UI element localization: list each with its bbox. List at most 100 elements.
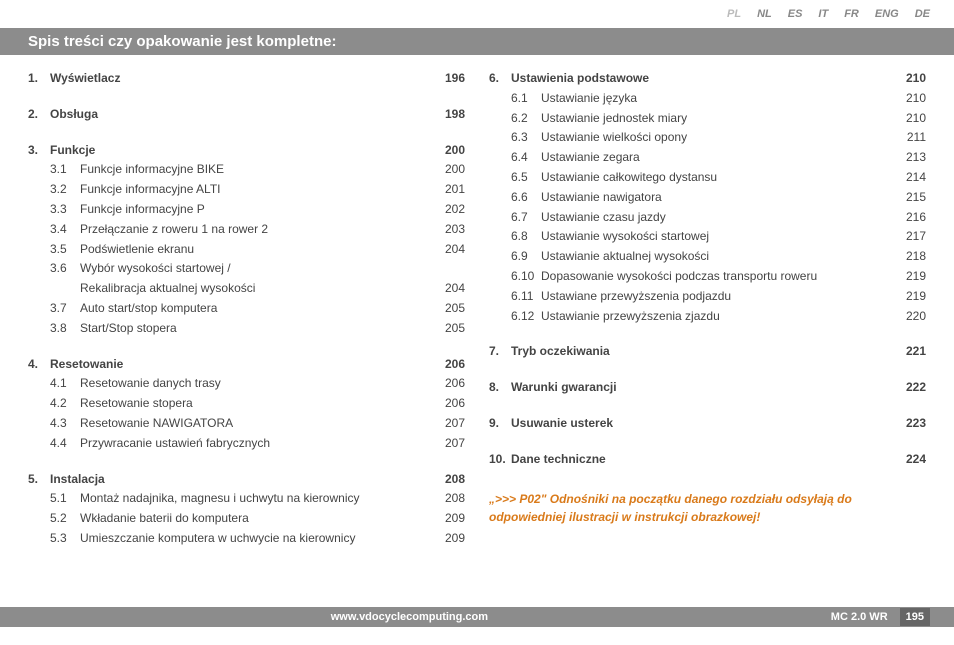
toc-sub-item[interactable]: 6.4Ustawianie zegara213: [489, 148, 926, 168]
sub-number: 3.4: [50, 220, 80, 240]
toc-section-head[interactable]: 7.Tryb oczekiwania221: [489, 342, 926, 362]
section-number: 1.: [28, 69, 50, 89]
sub-page: 203: [433, 220, 465, 240]
toc-sub-item[interactable]: 3.5Podświetlenie ekranu204: [28, 240, 465, 260]
sub-page: 202: [433, 200, 465, 220]
toc-section: 9.Usuwanie usterek223: [489, 414, 926, 434]
lang-it[interactable]: IT: [818, 8, 828, 20]
toc-sub-item[interactable]: 6.5Ustawianie całkowitego dystansu214: [489, 168, 926, 188]
reference-note: „>>> P02" Odnośniki na początku danego r…: [489, 490, 926, 526]
section-page: 198: [433, 105, 465, 125]
sub-label: Wybór wysokości startowej /: [80, 259, 433, 279]
sub-label: Podświetlenie ekranu: [80, 240, 433, 260]
toc-section-head[interactable]: 6.Ustawienia podstawowe210: [489, 69, 926, 89]
section-number: 5.: [28, 470, 50, 490]
sub-page: 209: [433, 509, 465, 529]
toc-sub-item[interactable]: 6.6Ustawianie nawigatora215: [489, 188, 926, 208]
lang-es[interactable]: ES: [788, 8, 803, 20]
sub-number: 6.11: [511, 287, 541, 307]
sub-number: 4.1: [50, 374, 80, 394]
sub-number: 3.3: [50, 200, 80, 220]
toc-sub-item[interactable]: 3.2Funkcje informacyjne ALTI201: [28, 180, 465, 200]
sub-label: Dopasowanie wysokości podczas transportu…: [541, 267, 894, 287]
sub-label: Przywracanie ustawień fabrycznych: [80, 434, 433, 454]
toc-sub-item[interactable]: 6.8Ustawianie wysokości startowej217: [489, 227, 926, 247]
toc-sub-item[interactable]: 4.2Resetowanie stopera206: [28, 394, 465, 414]
toc-section-head[interactable]: 10.Dane techniczne224: [489, 450, 926, 470]
toc-section-head[interactable]: 1.Wyświetlacz196: [28, 69, 465, 89]
toc-sub-item[interactable]: 6.11Ustawiane przewyższenia podjazdu219: [489, 287, 926, 307]
toc-sub-item[interactable]: 4.4Przywracanie ustawień fabrycznych207: [28, 434, 465, 454]
section-title: Resetowanie: [50, 355, 433, 375]
footer-page: 195: [900, 608, 930, 626]
toc-section: 5.Instalacja2085.1Montaż nadajnika, magn…: [28, 470, 465, 549]
sub-page: 213: [894, 148, 926, 168]
toc-section: 7.Tryb oczekiwania221: [489, 342, 926, 362]
sub-label: Ustawianie całkowitego dystansu: [541, 168, 894, 188]
lang-fr[interactable]: FR: [844, 8, 859, 20]
toc-sub-item[interactable]: 3.7Auto start/stop komputera205: [28, 299, 465, 319]
toc-section: 2.Obsługa198: [28, 105, 465, 125]
section-title: Funkcje: [50, 141, 433, 161]
sub-page: 217: [894, 227, 926, 247]
sub-page: 210: [894, 89, 926, 109]
toc-section: 4.Resetowanie2064.1Resetowanie danych tr…: [28, 355, 465, 454]
sub-label: Funkcje informacyjne ALTI: [80, 180, 433, 200]
section-title: Obsługa: [50, 105, 433, 125]
toc-sub-item[interactable]: 6.10Dopasowanie wysokości podczas transp…: [489, 267, 926, 287]
lang-eng[interactable]: ENG: [875, 8, 899, 20]
section-number: 6.: [489, 69, 511, 89]
toc-section-head[interactable]: 3.Funkcje200: [28, 141, 465, 161]
toc-sub-item[interactable]: 6.3Ustawianie wielkości opony211: [489, 128, 926, 148]
lang-pl[interactable]: PL: [727, 8, 741, 20]
toc-sub-item[interactable]: 3.6Wybór wysokości startowej /: [28, 259, 465, 279]
toc-sub-item[interactable]: 5.2Wkładanie baterii do komputera209: [28, 509, 465, 529]
toc-section-head[interactable]: 2.Obsługa198: [28, 105, 465, 125]
toc-sub-item[interactable]: 5.3Umieszczanie komputera w uchwycie na …: [28, 529, 465, 549]
lang-nl[interactable]: NL: [757, 8, 772, 20]
toc-sub-item[interactable]: 3.8Start/Stop stopera205: [28, 319, 465, 339]
toc-section-head[interactable]: 4.Resetowanie206: [28, 355, 465, 375]
toc-sub-item[interactable]: 4.3Resetowanie NAWIGATORA207: [28, 414, 465, 434]
toc-sub-item[interactable]: 6.1Ustawianie języka210: [489, 89, 926, 109]
toc-sub-item[interactable]: 3.4Przełączanie z roweru 1 na rower 2203: [28, 220, 465, 240]
sub-label: Ustawianie aktualnej wysokości: [541, 247, 894, 267]
sub-page: 207: [433, 414, 465, 434]
lang-de[interactable]: DE: [915, 8, 930, 20]
footer-model: MC 2.0 WR: [831, 611, 888, 623]
sub-number: 6.4: [511, 148, 541, 168]
sub-page: 206: [433, 374, 465, 394]
sub-number: 4.4: [50, 434, 80, 454]
section-page: 222: [894, 378, 926, 398]
section-number: 4.: [28, 355, 50, 375]
sub-label: Resetowanie danych trasy: [80, 374, 433, 394]
toc-sub-item[interactable]: 6.7Ustawianie czasu jazdy216: [489, 208, 926, 228]
sub-number: 5.3: [50, 529, 80, 549]
sub-number: 5.1: [50, 489, 80, 509]
toc-section-head[interactable]: 8.Warunki gwarancji222: [489, 378, 926, 398]
toc-sub-item[interactable]: 5.1Montaż nadajnika, magnesu i uchwytu n…: [28, 489, 465, 509]
section-page: 196: [433, 69, 465, 89]
toc-sub-item[interactable]: 6.2Ustawianie jednostek miary210: [489, 109, 926, 129]
sub-label: Funkcje informacyjne BIKE: [80, 160, 433, 180]
toc-column-left: 1.Wyświetlacz196 2.Obsługa198 3.Funkcje200…: [28, 69, 465, 595]
toc-sub-item[interactable]: 4.1Resetowanie danych trasy206: [28, 374, 465, 394]
sub-number: 4.2: [50, 394, 80, 414]
sub-number: 5.2: [50, 509, 80, 529]
toc-sub-item[interactable]: 6.9Ustawianie aktualnej wysokości218: [489, 247, 926, 267]
toc-section: 1.Wyświetlacz196: [28, 69, 465, 89]
section-title: Wyświetlacz: [50, 69, 433, 89]
sub-page: 215: [894, 188, 926, 208]
sub-page: 214: [894, 168, 926, 188]
sub-label: Przełączanie z roweru 1 na rower 2: [80, 220, 433, 240]
toc-section-head[interactable]: 5.Instalacja208: [28, 470, 465, 490]
sub-label: Ustawianie jednostek miary: [541, 109, 894, 129]
section-page: 223: [894, 414, 926, 434]
toc-sub-item[interactable]: 6.12Ustawianie przewyższenia zjazdu220: [489, 307, 926, 327]
toc-section-head[interactable]: 9.Usuwanie usterek223: [489, 414, 926, 434]
toc-sub-item-continuation: Rekalibracja aktualnej wysokości204: [28, 279, 465, 299]
section-page: 200: [433, 141, 465, 161]
toc-sub-item[interactable]: 3.1Funkcje informacyjne BIKE200: [28, 160, 465, 180]
sub-label: Ustawiane przewyższenia podjazdu: [541, 287, 894, 307]
toc-sub-item[interactable]: 3.3Funkcje informacyjne P202: [28, 200, 465, 220]
